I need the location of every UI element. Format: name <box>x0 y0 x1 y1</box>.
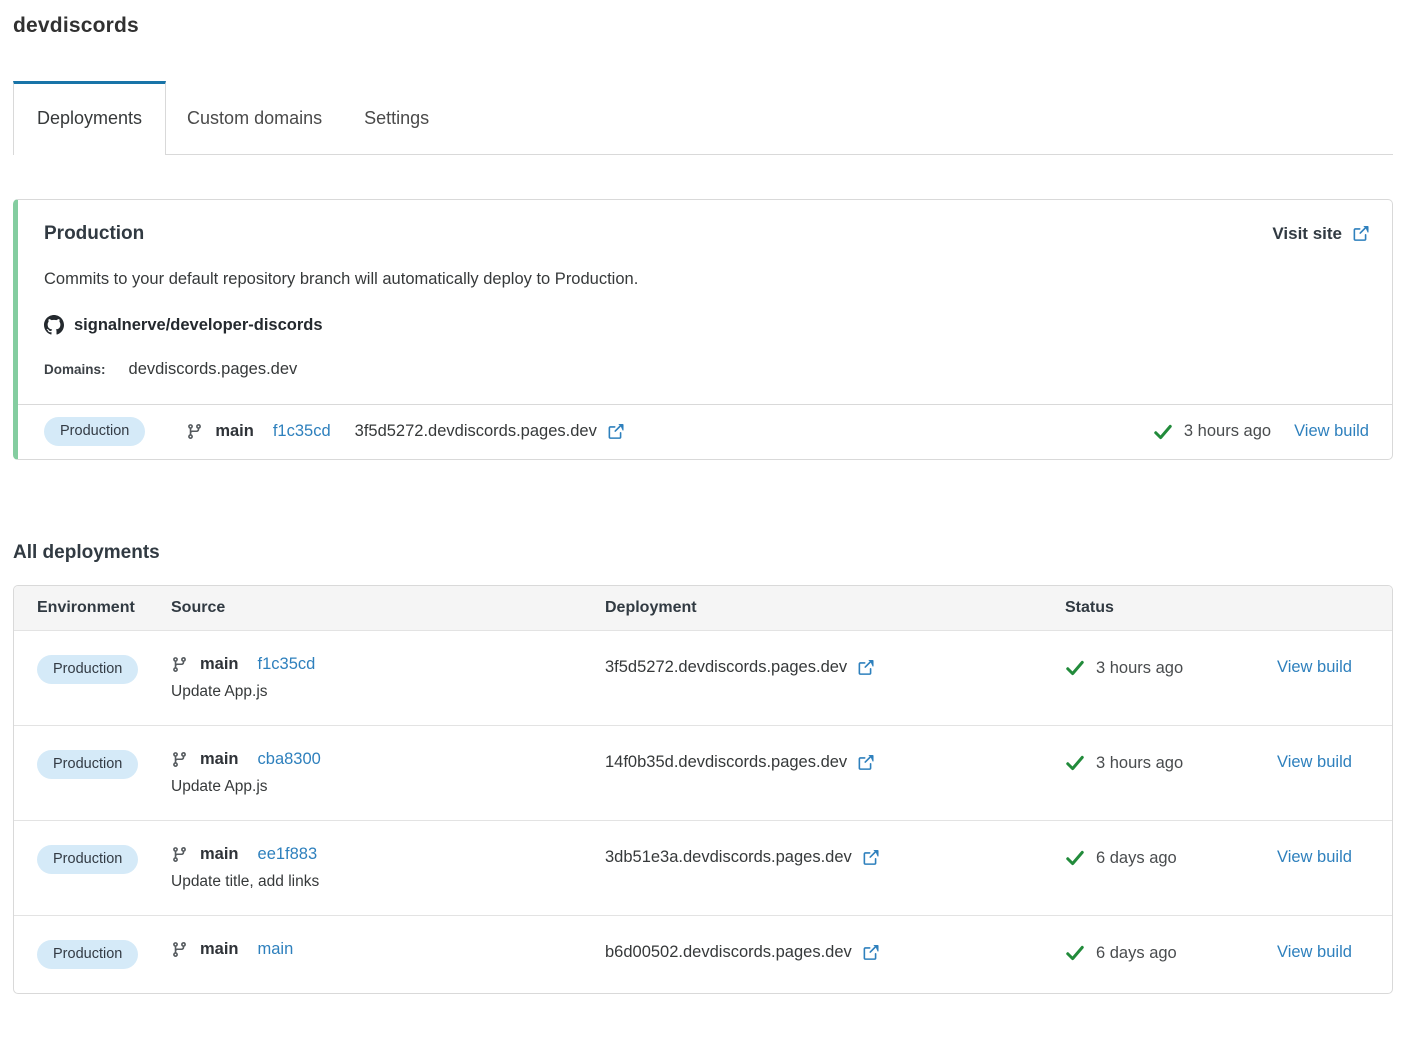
git-branch-icon <box>171 656 188 673</box>
commit-link[interactable]: main <box>258 940 294 959</box>
page-title: devdiscords <box>13 14 139 37</box>
tab-custom-domains[interactable]: Custom domains <box>166 83 343 154</box>
table-row: Production main cba8300 Update App.js 14… <box>14 725 1392 820</box>
deployments-table: Environment Source Deployment Status Pro… <box>13 585 1393 994</box>
view-build-link[interactable]: View build <box>1277 943 1352 961</box>
environment-badge: Production <box>44 417 146 446</box>
source-info: main ee1f883 <box>171 845 605 864</box>
tab-settings[interactable]: Settings <box>343 83 450 154</box>
deployment-url: 3f5d5272.devdiscords.pages.dev <box>354 422 597 440</box>
git-branch-icon <box>171 941 188 958</box>
commit-message: Update title, add links <box>171 873 320 890</box>
deployment-url-link[interactable]: 14f0b35d.devdiscords.pages.dev <box>605 753 1065 772</box>
deployment-url-link[interactable]: 3f5d5272.devdiscords.pages.dev <box>605 658 1065 677</box>
check-icon <box>1065 848 1085 868</box>
source-info: main cba8300 <box>171 750 605 769</box>
visit-site-label: Visit site <box>1272 224 1342 243</box>
view-build-link[interactable]: View build <box>1277 658 1352 676</box>
commit-message: Update App.js <box>171 683 268 700</box>
view-build-link[interactable]: View build <box>1277 753 1352 771</box>
status: 6 days ago <box>1065 848 1277 868</box>
repo-row: signalnerve/developer-discords <box>44 315 1369 335</box>
external-link-icon <box>606 423 624 441</box>
deployment-url: 14f0b35d.devdiscords.pages.dev <box>605 753 848 771</box>
status-time: 3 hours ago <box>1183 422 1272 440</box>
branch-name: main <box>200 845 239 863</box>
status: 3 hours ago <box>1153 422 1271 442</box>
status: 3 hours ago <box>1065 658 1277 678</box>
git-branch-icon <box>186 423 203 440</box>
branch-name: main <box>215 422 254 440</box>
environment-badge: Production <box>37 940 139 969</box>
branch-name: main <box>200 940 239 958</box>
view-build-link[interactable]: View build <box>1277 848 1352 866</box>
github-icon <box>44 315 64 335</box>
source-info: main main <box>171 940 605 959</box>
source-info: main f1c35cd <box>186 422 331 441</box>
commit-link[interactable]: f1c35cd <box>273 422 331 441</box>
check-icon <box>1065 943 1085 963</box>
commit-link[interactable]: f1c35cd <box>258 655 316 674</box>
production-description: Commits to your default repository branc… <box>44 270 639 288</box>
column-header-deployment: Deployment <box>605 599 697 616</box>
domains-row: Domains: devdiscords.pages.dev <box>44 360 1369 379</box>
environment-badge: Production <box>37 750 139 779</box>
git-branch-icon <box>171 846 188 863</box>
status: 3 hours ago <box>1065 753 1277 773</box>
production-heading: Production <box>44 223 145 244</box>
column-header-source: Source <box>171 599 226 616</box>
external-link-icon <box>861 944 879 962</box>
all-deployments-heading: All deployments <box>13 542 160 563</box>
commit-link[interactable]: ee1f883 <box>258 845 318 864</box>
branch-name: main <box>200 655 239 673</box>
source-info: main f1c35cd <box>171 655 605 674</box>
table-header: Environment Source Deployment Status <box>14 586 1392 630</box>
status-time: 3 hours ago <box>1096 753 1184 772</box>
status: 6 days ago <box>1065 943 1277 963</box>
column-header-environment: Environment <box>37 599 135 616</box>
production-card: Production Visit site Commits to your de… <box>13 199 1393 460</box>
view-build-link[interactable]: View build <box>1294 422 1369 441</box>
environment-badge: Production <box>37 845 139 874</box>
domains-label: Domains: <box>44 362 106 377</box>
external-link-icon <box>856 754 874 772</box>
external-link-icon <box>861 849 879 867</box>
git-branch-icon <box>171 751 188 768</box>
domains-value: devdiscords.pages.dev <box>128 360 298 378</box>
deployment-url-link[interactable]: 3f5d5272.devdiscords.pages.dev <box>355 422 624 441</box>
environment-badge: Production <box>37 655 139 684</box>
status-time: 6 days ago <box>1096 943 1177 962</box>
column-header-status: Status <box>1065 599 1114 616</box>
tab-bar: Deployments Custom domains Settings <box>13 81 1393 155</box>
visit-site-link[interactable]: Visit site <box>1272 224 1369 244</box>
check-icon <box>1065 753 1085 773</box>
table-row: Production main f1c35cd Update App.js 3f… <box>14 630 1392 725</box>
deployment-url-link[interactable]: 3db51e3a.devdiscords.pages.dev <box>605 848 1065 867</box>
deployment-url-link[interactable]: b6d00502.devdiscords.pages.dev <box>605 943 1065 962</box>
status-time: 6 days ago <box>1096 848 1177 867</box>
external-link-icon <box>856 659 874 677</box>
page-root: devdiscords Deployments Custom domains S… <box>0 0 1413 994</box>
commit-link[interactable]: cba8300 <box>258 750 321 769</box>
check-icon <box>1153 422 1173 442</box>
table-row: Production main ee1f883 Update title, ad… <box>14 820 1392 915</box>
check-icon <box>1065 658 1085 678</box>
repo-name: signalnerve/developer-discords <box>74 315 323 334</box>
deployment-url: b6d00502.devdiscords.pages.dev <box>605 943 852 961</box>
external-link-icon <box>1351 225 1369 243</box>
deployment-url: 3f5d5272.devdiscords.pages.dev <box>605 658 848 676</box>
commit-message: Update App.js <box>171 778 268 795</box>
status-time: 3 hours ago <box>1096 658 1184 677</box>
deployment-url: 3db51e3a.devdiscords.pages.dev <box>605 848 852 866</box>
production-deployment-row: Production main f1c35cd 3f5d5272.devdisc… <box>18 404 1392 459</box>
table-row: Production main main b6d00502.devdiscord… <box>14 915 1392 993</box>
tab-deployments[interactable]: Deployments <box>13 81 167 155</box>
branch-name: main <box>200 750 239 768</box>
